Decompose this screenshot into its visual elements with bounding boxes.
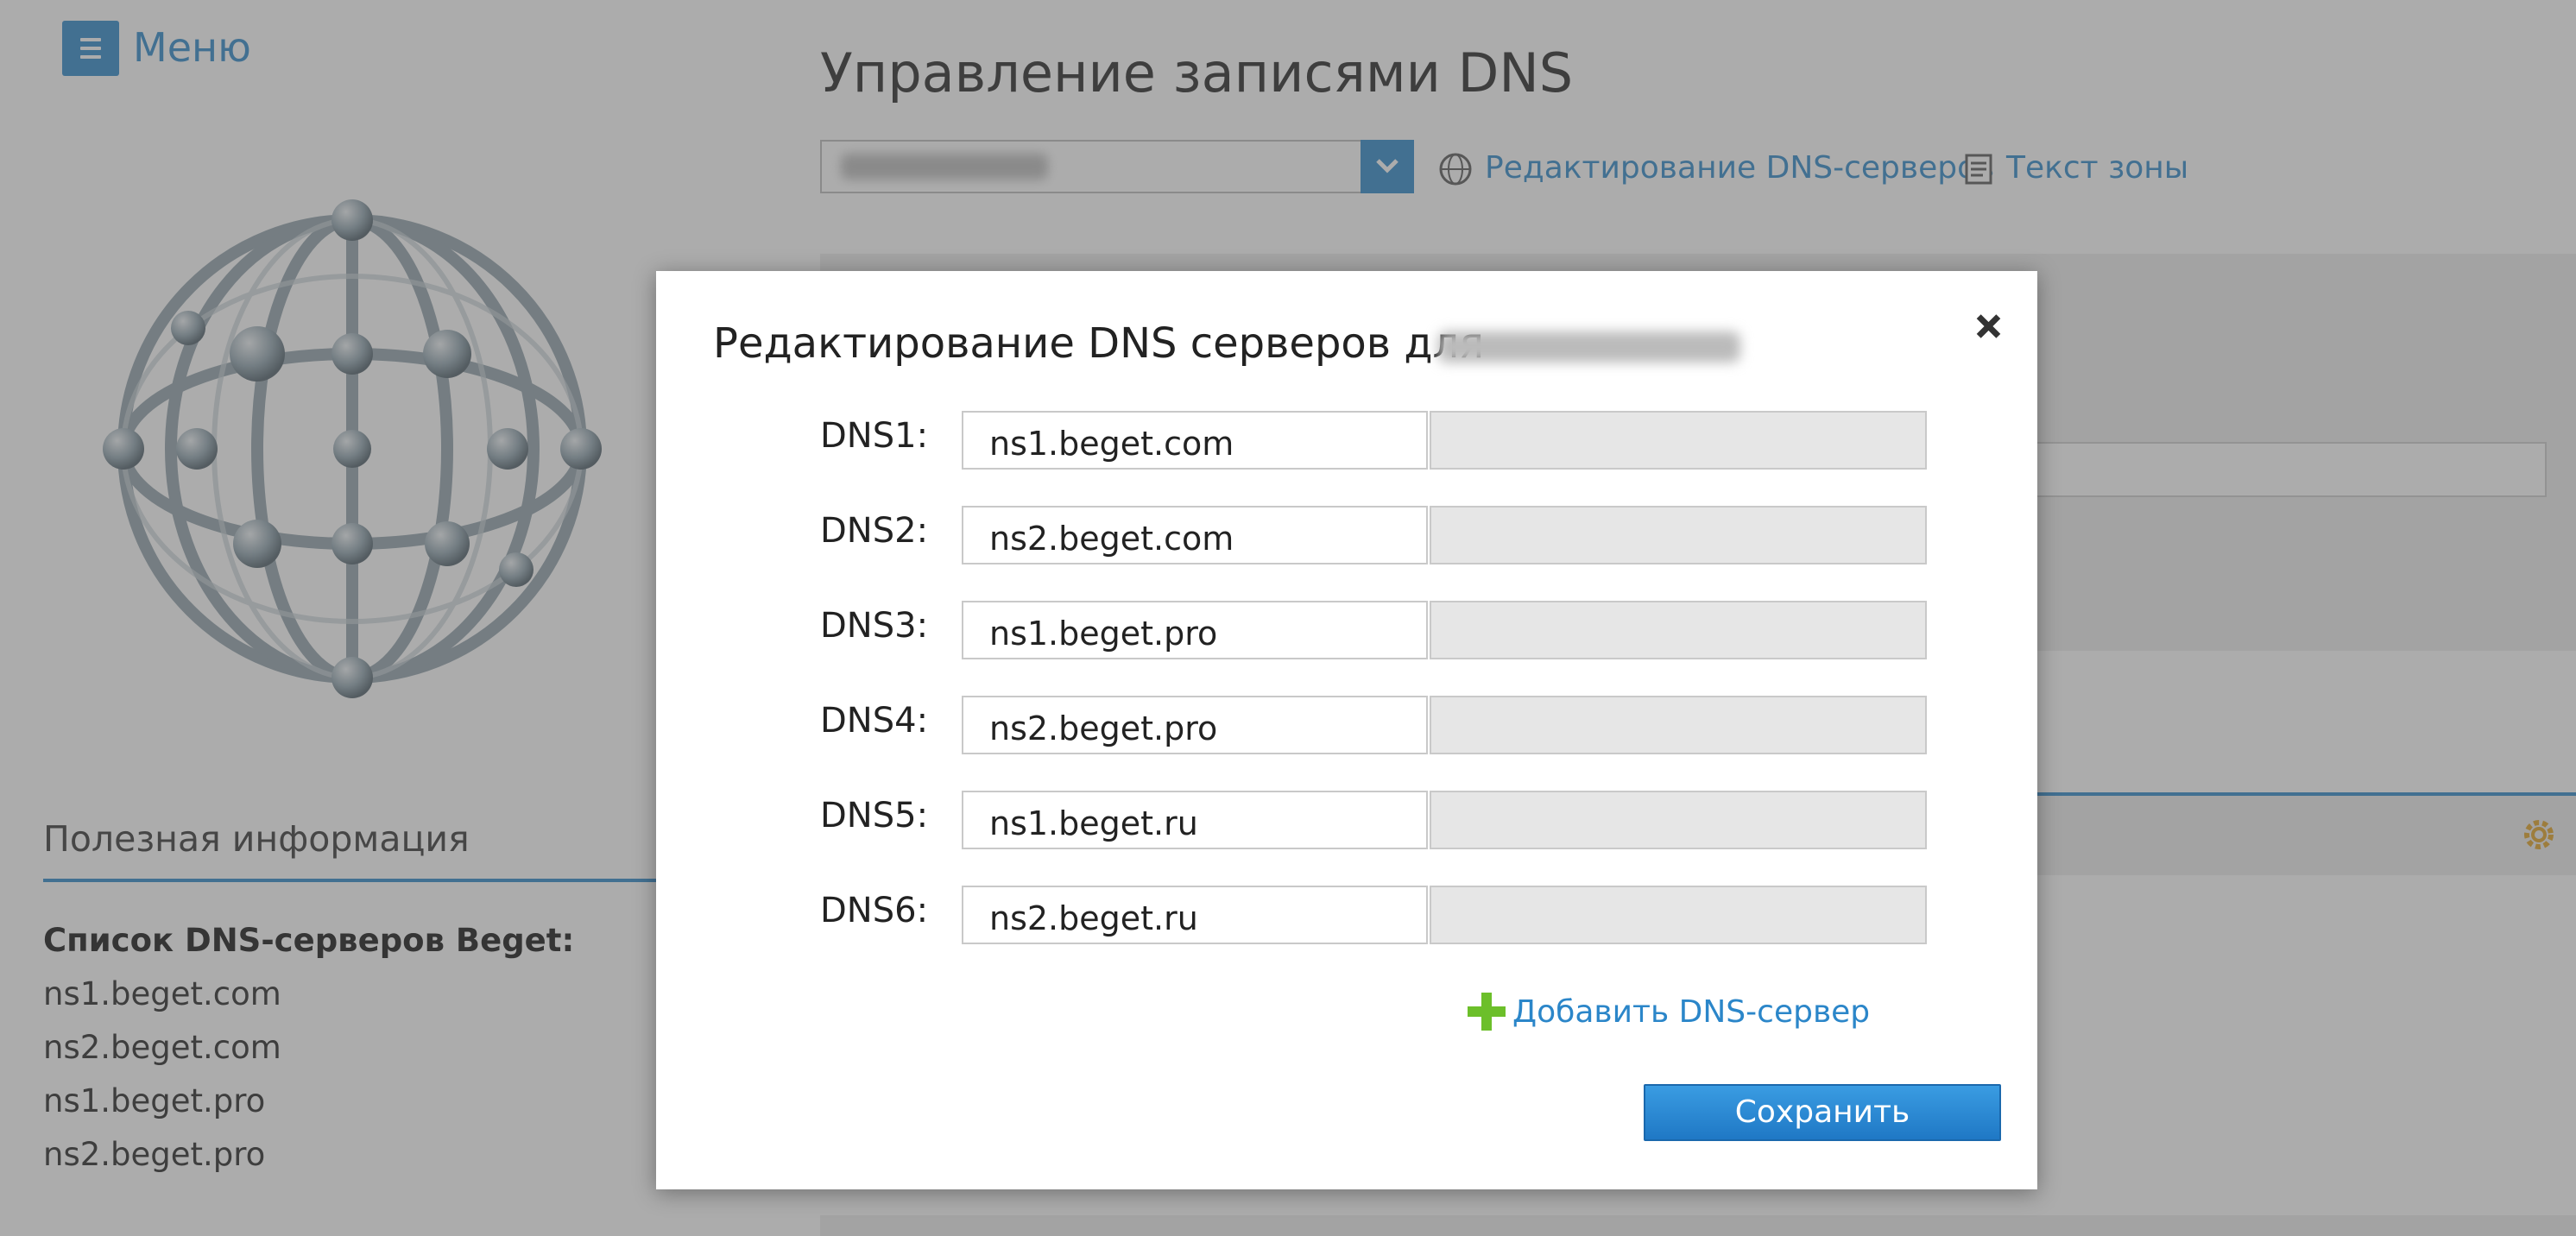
dns-ip-input[interactable] <box>1430 601 1927 659</box>
dns-row: DNS2: ns2.beget.com <box>656 506 2037 564</box>
dns-server-input[interactable]: ns2.beget.ru <box>962 886 1428 944</box>
add-dns-server-label[interactable]: Добавить DNS-сервер <box>1512 994 1870 1030</box>
dns-ip-input[interactable] <box>1430 791 1927 849</box>
dns-row: DNS4: ns2.beget.pro <box>656 696 2037 754</box>
dns-label: DNS6: <box>820 891 929 930</box>
dns-row: DNS5: ns1.beget.ru <box>656 791 2037 849</box>
dns-label: DNS3: <box>820 606 929 646</box>
modal-title: Редактирование DNS серверов для <box>713 319 1485 368</box>
dns-label: DNS4: <box>820 701 929 741</box>
dns-ip-input[interactable] <box>1430 696 1927 754</box>
dns-server-input[interactable]: ns1.beget.com <box>962 411 1428 470</box>
dns-server-input[interactable]: ns2.beget.pro <box>962 696 1428 754</box>
dns-row: DNS1: ns1.beget.com <box>656 411 2037 470</box>
dns-ip-input[interactable] <box>1430 886 1927 944</box>
dns-label: DNS1: <box>820 416 929 456</box>
dns-label: DNS5: <box>820 796 929 836</box>
edit-dns-modal: Редактирование DNS серверов для DNS1: ns… <box>656 271 2037 1189</box>
dns-label: DNS2: <box>820 511 929 551</box>
close-icon[interactable] <box>1968 307 2008 347</box>
dns-row: DNS3: ns1.beget.pro <box>656 601 2037 659</box>
dns-server-input[interactable]: ns1.beget.ru <box>962 791 1428 849</box>
blurred-domain <box>1438 331 1740 363</box>
dns-ip-input[interactable] <box>1430 411 1927 470</box>
save-button[interactable]: Сохранить <box>1644 1084 2001 1141</box>
dns-server-input[interactable]: ns1.beget.pro <box>962 601 1428 659</box>
dns-row: DNS6: ns2.beget.ru <box>656 886 2037 944</box>
plus-icon <box>1468 993 1506 1031</box>
dns-management-page: Меню <box>0 0 2576 1236</box>
dns-ip-input[interactable] <box>1430 506 1927 564</box>
dns-server-input[interactable]: ns2.beget.com <box>962 506 1428 564</box>
